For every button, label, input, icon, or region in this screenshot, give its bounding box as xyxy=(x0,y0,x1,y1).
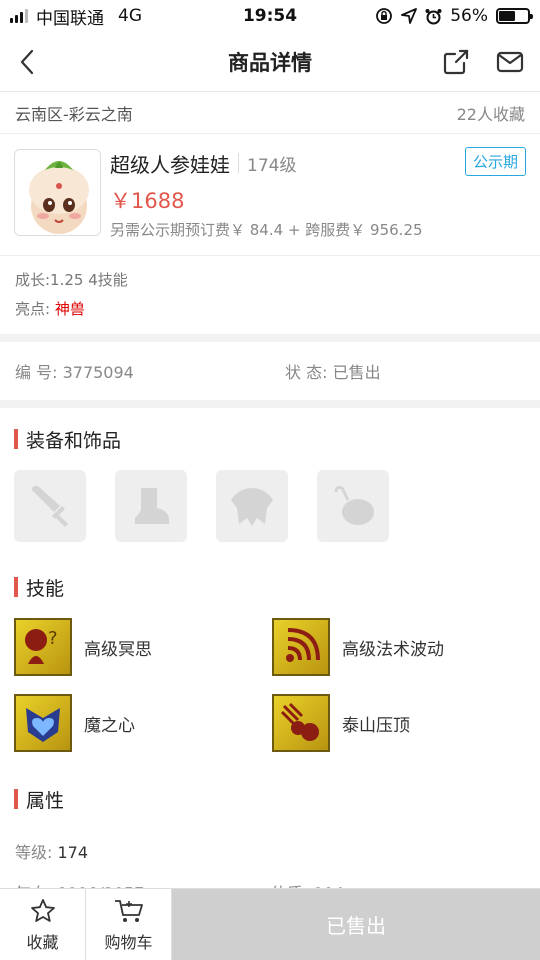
status-left: 中国联通 4G xyxy=(10,4,142,29)
skills-title-text: 技能 xyxy=(26,577,65,600)
bottom-bar: 收藏 购物车 已售出 xyxy=(0,888,540,960)
code-label: 编 号: xyxy=(15,363,63,382)
battery-fill xyxy=(499,11,515,21)
network-label: 4G xyxy=(118,6,142,26)
equip-slot-armor[interactable] xyxy=(216,470,288,542)
attrs-title-text: 属性 xyxy=(26,789,65,812)
name-line: 超级人参娃娃 174级 xyxy=(110,149,526,177)
code-field: 编 号: 3775094 xyxy=(15,359,285,383)
favorite-label: 收藏 xyxy=(26,932,59,952)
signal-icon xyxy=(10,9,28,23)
item-info: 超级人参娃娃 174级 ￥1688 另需公示期预订费￥ 84.4 + 跨服费￥ … xyxy=(110,149,526,255)
status-value: 已售出 xyxy=(332,363,381,382)
taishan-skill-icon xyxy=(272,694,330,752)
sword-icon xyxy=(32,485,68,527)
skill-item[interactable]: 魔之心 xyxy=(14,694,272,752)
page-title: 商品详情 xyxy=(228,50,312,75)
favorite-button[interactable]: 收藏 xyxy=(0,889,86,960)
section-gap xyxy=(0,334,540,342)
section-gap xyxy=(0,400,540,408)
mail-icon xyxy=(496,51,524,73)
ginseng-doll-avatar-image xyxy=(15,150,100,235)
status-label: 状 态: xyxy=(285,363,333,382)
cart-button[interactable]: 购物车 xyxy=(86,889,172,960)
growth-block: 成长:1.25 4技能 亮点: 神兽 xyxy=(0,256,540,334)
item-price: ￥1688 xyxy=(110,189,185,213)
svg-text:?: ? xyxy=(48,628,58,649)
status-field: 状 态: 已售出 xyxy=(285,359,381,383)
publicity-badge: 公示期 xyxy=(464,147,526,176)
carrier-label: 中国联通 xyxy=(36,8,104,29)
code-value: 3775094 xyxy=(62,363,134,382)
item-header: 超级人参娃娃 174级 ￥1688 另需公示期预订费￥ 84.4 + 跨服费￥ … xyxy=(0,134,540,256)
skill-label: 高级冥思 xyxy=(84,639,152,660)
equip-slot-weapon[interactable] xyxy=(14,470,86,542)
skill-item[interactable]: ? 高级冥思 xyxy=(14,618,272,676)
section-accent-bar xyxy=(14,577,18,597)
highlight-line: 亮点: 神兽 xyxy=(15,295,525,324)
attr-key: 等级: xyxy=(15,842,58,862)
code-status-row: 编 号: 3775094 状 态: 已售出 xyxy=(0,342,540,400)
attr-value: 174 xyxy=(57,842,89,862)
name-divider xyxy=(238,153,239,173)
favorite-count: 22人收藏 xyxy=(456,104,525,124)
star-icon xyxy=(30,898,55,922)
spell-wave-skill-icon xyxy=(272,618,330,676)
skills-grid: ? 高级冥思 高级法术波动 魔之心 泰山压顶 xyxy=(0,618,540,752)
server-row: 云南区-彩云之南 22人收藏 xyxy=(0,92,540,134)
highlight-label: 亮点: xyxy=(15,300,55,318)
skill-label: 高级法术波动 xyxy=(342,639,444,660)
status-right: 56% xyxy=(375,6,533,26)
demon-heart-skill-icon xyxy=(14,694,72,752)
boot-icon xyxy=(135,488,169,524)
skill-label: 魔之心 xyxy=(84,715,135,736)
alarm-icon xyxy=(425,8,442,24)
cart-label: 购物车 xyxy=(104,932,153,952)
item-name: 超级人参娃娃 xyxy=(110,152,230,177)
section-accent-bar xyxy=(14,789,18,809)
armor-icon xyxy=(231,488,273,526)
battery-icon xyxy=(496,8,533,24)
attr-row: 等级: 174 xyxy=(0,830,540,871)
share-button[interactable] xyxy=(440,46,472,78)
rotation-lock-icon xyxy=(376,8,393,24)
battery-percent: 56% xyxy=(450,6,488,26)
chevron-left-icon xyxy=(20,49,34,75)
growth-text: 成长:1.25 4技能 xyxy=(15,271,128,289)
skills-section-title: 技能 xyxy=(0,556,540,618)
share-icon xyxy=(443,49,469,75)
server-name: 云南区-彩云之南 xyxy=(15,104,133,124)
cart-icon xyxy=(114,899,143,922)
equip-slot-ornament[interactable] xyxy=(317,470,389,542)
skill-item[interactable]: 泰山压顶 xyxy=(272,694,530,752)
highlight-value: 神兽 xyxy=(54,300,85,318)
message-button[interactable] xyxy=(494,46,526,78)
status-bar: 中国联通 4G 19:54 56% xyxy=(0,0,540,32)
equip-title-text: 装备和饰品 xyxy=(26,429,122,452)
back-button[interactable] xyxy=(12,46,42,78)
skill-item[interactable]: 高级法术波动 xyxy=(272,618,530,676)
skill-label: 泰山压顶 xyxy=(342,715,410,736)
sold-out-button[interactable]: 已售出 xyxy=(172,889,540,960)
pet-avatar xyxy=(14,149,101,236)
extra-fee: 另需公示期预订费￥ 84.4 + 跨服费￥ 956.25 xyxy=(110,221,423,239)
attrs-section-title: 属性 xyxy=(0,768,540,830)
ornament-icon xyxy=(334,486,374,525)
attr-level: 等级: 174 xyxy=(15,839,271,863)
equip-slot-boots[interactable] xyxy=(115,470,187,542)
item-level: 174级 xyxy=(247,155,297,176)
meditation-skill-icon: ? xyxy=(14,618,72,676)
location-icon xyxy=(401,8,418,24)
equip-row xyxy=(0,470,540,556)
nav-bar: 商品详情 xyxy=(0,32,540,92)
equip-section-title: 装备和饰品 xyxy=(0,408,540,470)
section-accent-bar xyxy=(14,429,18,449)
